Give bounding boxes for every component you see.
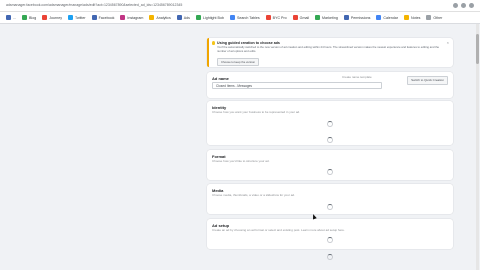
bookmark-favicon-icon	[265, 15, 271, 20]
lightbulb-icon	[212, 41, 215, 45]
notice-text: You'll be automatically switched to the …	[217, 45, 440, 53]
bookmark-item[interactable]: Blog	[22, 15, 36, 20]
bookmark-item[interactable]: Calendar	[376, 15, 398, 20]
loading-spinner-icon	[327, 137, 333, 143]
switch-quick-creation-button[interactable]: Switch to Quick Creation	[407, 76, 448, 85]
bookmark-favicon-icon	[42, 15, 48, 20]
close-icon[interactable]: ×	[447, 40, 449, 45]
bookmark-label: Lightight Bob	[202, 15, 224, 20]
guided-creation-notice: Using guided creation to choose ads You'…	[207, 38, 453, 67]
bookmark-item[interactable]: Gmail	[292, 15, 310, 20]
browser-actions	[453, 3, 474, 8]
bookmark-item[interactable]: Permissions	[343, 15, 371, 20]
ad-setup-card: Ad setup Create an ad by choosing an ad …	[207, 219, 453, 249]
loading-spinner-icon	[327, 204, 333, 210]
bookmark-favicon-icon	[404, 15, 409, 20]
bookmark-item[interactable]: Twitter	[68, 15, 86, 20]
identity-card: Identity Choose how you want your busine…	[207, 101, 453, 145]
section-desc: Choose how you want your business to be …	[212, 110, 301, 114]
bookmark-item[interactable]: Marketing	[315, 15, 338, 20]
bookmark-favicon-icon	[376, 15, 382, 20]
format-card: Format Choose how you'd like to structur…	[207, 150, 453, 180]
bookmark-item[interactable]: Journey	[42, 15, 62, 20]
bookmark-label: Facebook	[98, 15, 115, 20]
bookmark-favicon-icon	[426, 15, 432, 20]
loading-spinner-icon	[327, 237, 333, 243]
bookmark-label: Instagram	[127, 15, 144, 20]
profile-icon[interactable]	[461, 3, 466, 8]
bookmark-label: Analytics	[156, 15, 171, 20]
bookmark-item[interactable]: Search Tables	[229, 15, 260, 20]
bookmark-favicon-icon	[149, 15, 155, 20]
bookmark-item[interactable]: Lightight Bob	[195, 15, 224, 20]
section-desc: Choose media, thumbnails, a video or a s…	[212, 193, 295, 197]
loading-spinner-icon	[327, 254, 333, 260]
bookmark-item[interactable]: Instagram	[120, 15, 143, 20]
bookmark-label: Other	[433, 15, 443, 20]
bookmark-label: Permissions	[350, 15, 371, 20]
bookmark-favicon-icon	[68, 15, 73, 20]
ad-name-card: Ad name Create name template Switch to Q…	[207, 72, 453, 98]
ad-name-title: Ad name	[212, 76, 229, 81]
bookmark-label: Twitter	[75, 15, 86, 20]
bookmark-favicon-icon	[120, 15, 126, 20]
bookmark-favicon-icon	[91, 15, 97, 20]
menu-icon[interactable]	[469, 3, 474, 8]
bookmark-item[interactable]: Analytics	[149, 15, 171, 20]
media-card: Media Choose media, thumbnails, a video …	[207, 184, 453, 214]
bookmark-label: Notes	[411, 15, 421, 20]
extension-icon[interactable]	[453, 3, 458, 8]
bookmark-favicon-icon	[176, 15, 182, 20]
ad-name-input[interactable]: Closed Items - Messages	[212, 82, 382, 89]
scrollbar-thumb[interactable]	[476, 34, 479, 64]
page-scrollbar[interactable]	[476, 24, 479, 270]
url-text[interactable]: adsmanager.facebook.com/adsmanager/manag…	[6, 0, 182, 11]
bookmark-label: ...	[13, 15, 16, 20]
bookmark-label: Gmail	[299, 15, 310, 20]
loading-spinner-icon	[327, 169, 333, 175]
bookmarks-bar: ... Blog Journey Twitter Facebook Instagram An…	[0, 12, 480, 24]
bookmark-label: BYC Pro	[272, 15, 287, 20]
bookmark-label: Blog	[29, 15, 37, 20]
create-template-link[interactable]: Create name template	[342, 75, 372, 79]
browser-address-bar[interactable]: adsmanager.facebook.com/adsmanager/manag…	[0, 0, 480, 12]
bookmark-label: Ads	[183, 15, 190, 20]
notice-accent	[207, 38, 209, 67]
bookmark-item[interactable]: Notes	[404, 15, 420, 20]
bookmark-favicon-icon	[343, 15, 349, 20]
loading-spinner-icon	[327, 121, 333, 127]
section-desc: Choose how you'd like to structure your …	[212, 159, 270, 163]
bookmark-item[interactable]: Other	[426, 15, 442, 20]
bookmark-item[interactable]: BYC Pro	[265, 15, 287, 20]
bookmark-item[interactable]: ...	[6, 15, 16, 20]
bookmark-favicon-icon	[6, 15, 11, 20]
bookmark-label: Calendar	[383, 15, 398, 20]
keep-version-button[interactable]: Choose to keep the version	[217, 58, 260, 66]
bookmark-label: Search Tables	[236, 15, 260, 20]
section-desc: Create an ad by choosing an ad format or…	[212, 228, 345, 232]
bookmark-label: Marketing	[322, 15, 338, 20]
bookmark-favicon-icon	[292, 15, 298, 20]
bookmark-favicon-icon	[315, 15, 321, 20]
bookmark-favicon-icon	[22, 15, 27, 20]
bookmark-item[interactable]: Ads	[176, 15, 190, 20]
bookmark-label: Journey	[49, 15, 62, 20]
bookmark-favicon-icon	[229, 15, 235, 20]
bookmark-item[interactable]: Facebook	[91, 15, 115, 20]
bookmark-favicon-icon	[195, 15, 201, 20]
